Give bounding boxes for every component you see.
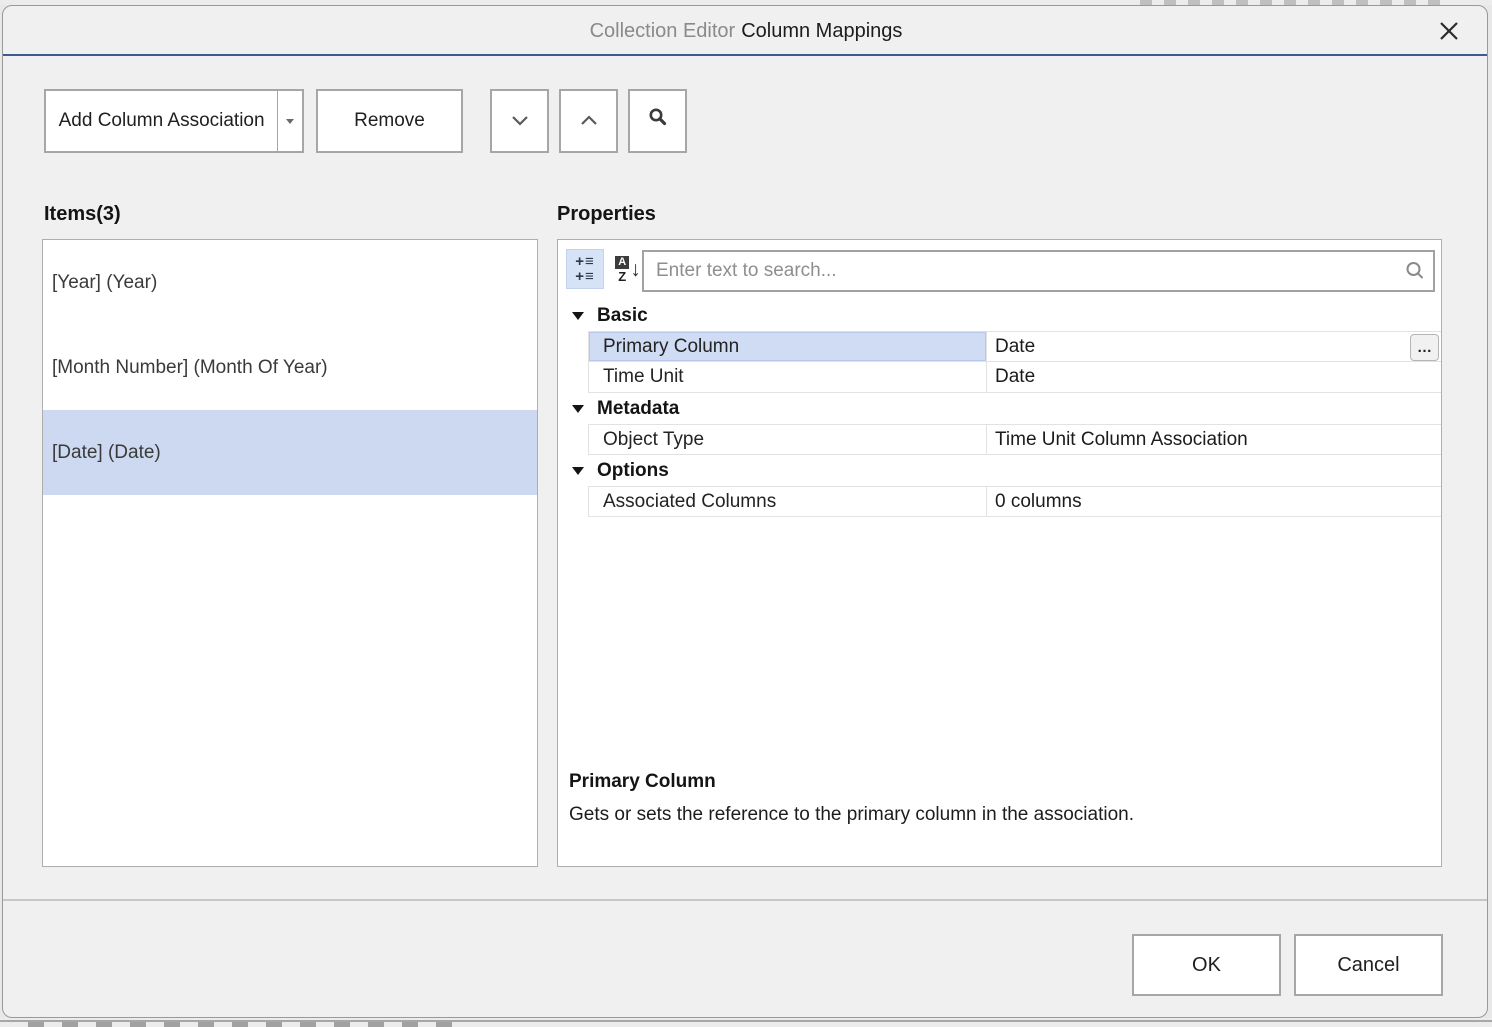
category-row[interactable]: Basic bbox=[558, 300, 1441, 331]
property-row[interactable]: Associated Columns0 columns bbox=[588, 486, 1441, 517]
move-up-button[interactable] bbox=[559, 89, 618, 153]
dialog-title-prefix: Collection Editor bbox=[590, 20, 736, 43]
cancel-button[interactable]: Cancel bbox=[1294, 934, 1443, 996]
remove-button[interactable]: Remove bbox=[316, 89, 463, 153]
list-item[interactable]: [Date] (Date) bbox=[43, 410, 537, 495]
category-collapse-icon bbox=[572, 405, 584, 413]
category-row[interactable]: Options bbox=[558, 455, 1441, 486]
background-clipped-text bbox=[28, 1022, 458, 1027]
properties-search-input[interactable] bbox=[642, 250, 1435, 292]
list-item[interactable]: [Month Number] (Month Of Year) bbox=[43, 325, 537, 410]
footer-divider bbox=[3, 899, 1488, 901]
items-list[interactable]: [Year] (Year)[Month Number] (Month Of Ye… bbox=[42, 239, 538, 867]
sort-az-icon: A Z bbox=[615, 256, 629, 283]
add-column-association-dropdown[interactable] bbox=[277, 91, 302, 151]
categorized-view-icon: +≡ +≡ bbox=[575, 254, 595, 284]
property-row[interactable]: Time UnitDate bbox=[588, 362, 1441, 393]
property-row[interactable]: Primary ColumnDate… bbox=[588, 331, 1441, 362]
category-label: Options bbox=[597, 460, 669, 482]
close-icon bbox=[1436, 18, 1462, 47]
add-column-association-split-button[interactable]: Add Column Association bbox=[44, 89, 304, 153]
category-collapse-icon bbox=[572, 312, 584, 320]
collection-editor-dialog: Collection Editor Column Mappings Add Co… bbox=[2, 5, 1488, 1018]
magnifier-icon bbox=[647, 107, 669, 135]
property-description-title: Primary Column bbox=[569, 771, 1427, 793]
property-name[interactable]: Object Type bbox=[589, 425, 987, 454]
dialog-titlebar[interactable]: Collection Editor Column Mappings bbox=[3, 6, 1488, 56]
property-name[interactable]: Associated Columns bbox=[589, 487, 987, 516]
property-description-text: Gets or sets the reference to the primar… bbox=[569, 804, 1427, 826]
list-item[interactable]: [Year] (Year) bbox=[43, 240, 537, 325]
property-grid-toolbar: +≡ +≡ A Z ↓ bbox=[558, 240, 1441, 296]
property-value[interactable]: 0 columns bbox=[987, 487, 1441, 516]
property-grid: BasicPrimary ColumnDate…Time UnitDateMet… bbox=[558, 300, 1441, 517]
property-value[interactable]: Time Unit Column Association bbox=[987, 425, 1441, 454]
property-row[interactable]: Object TypeTime Unit Column Association bbox=[588, 424, 1441, 455]
chevron-down-icon bbox=[510, 110, 530, 132]
category-row[interactable]: Metadata bbox=[558, 393, 1441, 424]
properties-header: Properties bbox=[557, 203, 656, 226]
properties-panel: +≡ +≡ A Z ↓ bbox=[557, 239, 1442, 867]
categorized-view-button[interactable]: +≡ +≡ bbox=[566, 249, 604, 289]
move-down-button[interactable] bbox=[490, 89, 549, 153]
property-name[interactable]: Time Unit bbox=[589, 362, 987, 392]
items-header: Items(3) bbox=[44, 203, 121, 226]
close-button[interactable] bbox=[1433, 16, 1465, 48]
property-name[interactable]: Primary Column bbox=[589, 332, 987, 361]
dropdown-arrow-icon bbox=[286, 119, 294, 124]
chevron-up-icon bbox=[579, 110, 599, 132]
property-value[interactable]: Date bbox=[987, 332, 1441, 361]
background-window-sliver-bottom bbox=[0, 1018, 1492, 1027]
dialog-title: Collection Editor Column Mappings bbox=[3, 6, 1488, 56]
category-label: Basic bbox=[597, 305, 648, 327]
property-description: Primary Column Gets or sets the referenc… bbox=[569, 771, 1427, 826]
property-value[interactable]: Date bbox=[987, 362, 1441, 392]
category-label: Metadata bbox=[597, 398, 679, 420]
category-collapse-icon bbox=[572, 467, 584, 475]
ok-button[interactable]: OK bbox=[1132, 934, 1281, 996]
find-button[interactable] bbox=[628, 89, 687, 153]
ellipsis-button[interactable]: … bbox=[1410, 334, 1439, 361]
sort-arrow-icon: ↓ bbox=[630, 259, 641, 280]
dialog-title-main: Column Mappings bbox=[741, 20, 902, 43]
add-column-association-button[interactable]: Add Column Association bbox=[46, 91, 277, 151]
